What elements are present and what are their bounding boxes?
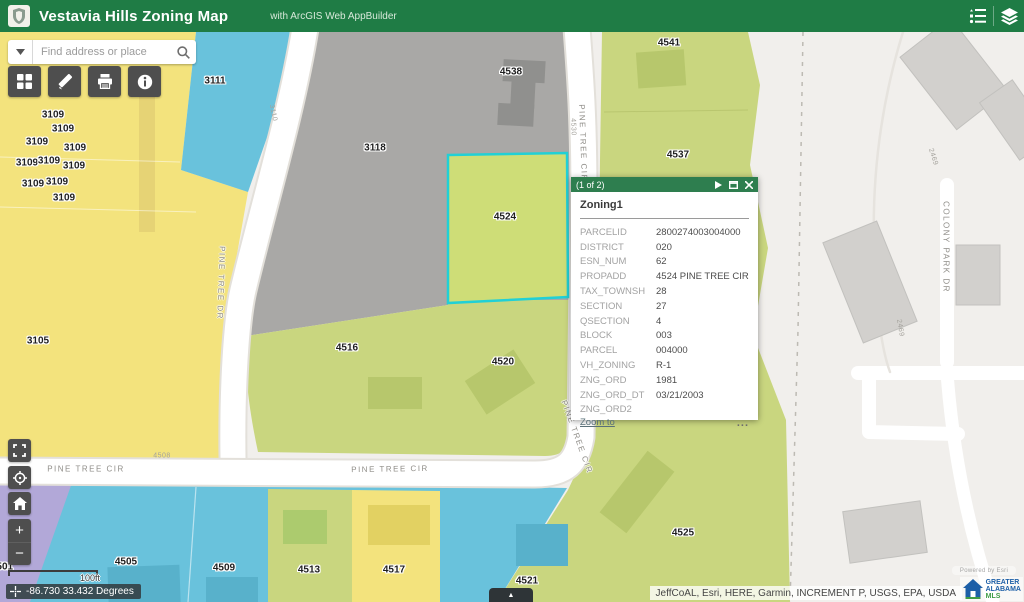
- attribute-value: 28: [656, 286, 667, 297]
- attribute-row-vh_zoning: VH_ZONINGR-1: [580, 358, 749, 373]
- attribute-value: 2800274003004000: [656, 227, 741, 238]
- popup-pager: (1 of 2): [576, 180, 605, 190]
- attribute-row-zng_ord2: ZNG_ORD2: [580, 403, 749, 418]
- greater-alabama-mls-logo: GREATER ALABAMA MLS: [960, 577, 1023, 601]
- mls-text-line3: MLS: [986, 593, 1021, 600]
- house-icon: [962, 578, 984, 600]
- city-seal-logo: [8, 5, 30, 27]
- widget-toolbar: [8, 66, 161, 97]
- attribute-label: SECTION: [580, 301, 656, 312]
- mls-text-line2: ALABAMA: [986, 586, 1021, 593]
- attribute-row-propadd: PROPADD4524 PINE TREE CIR: [580, 269, 749, 284]
- attribute-label: TAX_TOWNSH: [580, 286, 656, 297]
- attribute-row-zng_ord: ZNG_ORD1981: [580, 373, 749, 388]
- next-feature-icon[interactable]: [715, 181, 722, 189]
- feature-popup: (1 of 2) Zoning1 PARCELID280027400300400…: [571, 177, 758, 420]
- attribute-row-district: DISTRICT020: [580, 240, 749, 255]
- close-icon[interactable]: [745, 181, 753, 189]
- coordinates-readout: -86.730 33.432 Degrees: [6, 584, 141, 599]
- attribute-row-parcelid: PARCELID2800274003004000: [580, 225, 749, 240]
- attribute-value: 003: [656, 330, 672, 341]
- zoom-in-icon[interactable]: +: [8, 519, 31, 543]
- powered-by-watermark: Powered by Esri: [952, 566, 1016, 575]
- selected-parcel-4524[interactable]: [448, 153, 568, 303]
- attribute-label: PROPADD: [580, 271, 656, 282]
- print-icon[interactable]: [88, 66, 121, 97]
- attribute-value: 1981: [656, 375, 677, 386]
- coordinates-text: -86.730 33.432 Degrees: [26, 586, 134, 597]
- attribute-value: 27: [656, 301, 667, 312]
- attribute-label: BLOCK: [580, 330, 656, 341]
- search-icon[interactable]: [170, 46, 196, 59]
- crosshair-icon[interactable]: [10, 586, 21, 597]
- attribute-label: PARCEL: [580, 345, 656, 356]
- attribute-label: QSECTION: [580, 316, 656, 327]
- legend-icon[interactable]: [963, 0, 993, 32]
- chevron-up-icon: ▲: [508, 592, 515, 599]
- attribute-row-tax_townsh: TAX_TOWNSH28: [580, 284, 749, 299]
- search-input[interactable]: [33, 46, 170, 58]
- search-source-dropdown[interactable]: [8, 40, 33, 64]
- basemap-gallery-icon[interactable]: [8, 66, 41, 97]
- zoom-control: + −: [8, 519, 31, 565]
- dropdown-arrow-icon: [16, 49, 25, 55]
- attribute-row-zng_ord_dt: ZNG_ORD_DT03/21/2003: [580, 388, 749, 403]
- attribute-row-block: BLOCK003: [580, 329, 749, 344]
- yellow-inner-road: [139, 80, 155, 232]
- zoom-out-icon[interactable]: −: [8, 543, 31, 566]
- attribute-label: VH_ZONING: [580, 360, 656, 371]
- mls-text-line1: GREATER: [986, 579, 1021, 586]
- maximize-icon[interactable]: [729, 181, 738, 189]
- app-window: 3109310931093109310931093109310931093109…: [0, 0, 1024, 602]
- search-box: [8, 40, 196, 64]
- my-location-icon[interactable]: [8, 466, 31, 489]
- attribute-label: PARCELID: [580, 227, 656, 238]
- fullscreen-icon[interactable]: [8, 439, 31, 462]
- attribute-row-qsection: QSECTION4: [580, 314, 749, 329]
- attribute-label: ESN_NUM: [580, 256, 656, 267]
- app-title: Vestavia Hills Zoning Map: [39, 8, 228, 25]
- scale-label: 100ft: [80, 573, 100, 583]
- attribute-rows: PARCELID2800274003004000DISTRICT020ESN_N…: [580, 225, 749, 417]
- attribute-value: 03/21/2003: [656, 390, 704, 401]
- app-header: Vestavia Hills Zoning Map with ArcGIS We…: [0, 0, 1024, 32]
- popup-body: Zoning1 PARCELID2800274003004000DISTRICT…: [571, 192, 758, 420]
- attribute-value: R-1: [656, 360, 671, 371]
- attribute-label: ZNG_ORD2: [580, 404, 656, 415]
- attribute-table-toggle[interactable]: ▲: [489, 588, 533, 602]
- attribute-label: DISTRICT: [580, 242, 656, 253]
- app-subtitle: with ArcGIS Web AppBuilder: [270, 11, 397, 22]
- popup-layer-title: Zoning1: [580, 199, 749, 219]
- popup-menu-icon[interactable]: ...: [737, 421, 749, 425]
- attribute-value: 020: [656, 242, 672, 253]
- measurement-icon[interactable]: [48, 66, 81, 97]
- popup-header[interactable]: (1 of 2): [571, 177, 758, 192]
- attribute-value: 004000: [656, 345, 688, 356]
- attribute-label: ZNG_ORD: [580, 375, 656, 386]
- attribute-value: 62: [656, 256, 667, 267]
- layers-icon[interactable]: [994, 0, 1024, 32]
- parcel-4513[interactable]: [268, 489, 352, 602]
- attribute-row-esn_num: ESN_NUM62: [580, 255, 749, 270]
- zoom-to-link[interactable]: Zoom to: [580, 417, 615, 428]
- attribute-label: ZNG_ORD_DT: [580, 390, 656, 401]
- attribute-row-parcel: PARCEL004000: [580, 343, 749, 358]
- attribute-value: 4524 PINE TREE CIR: [656, 271, 749, 282]
- home-icon[interactable]: [8, 492, 31, 515]
- map-attribution: JeffCoAL, Esri, HERE, Garmin, INCREMENT …: [650, 586, 962, 600]
- about-icon[interactable]: [128, 66, 161, 97]
- attribute-row-section: SECTION27: [580, 299, 749, 314]
- attribute-value: 4: [656, 316, 661, 327]
